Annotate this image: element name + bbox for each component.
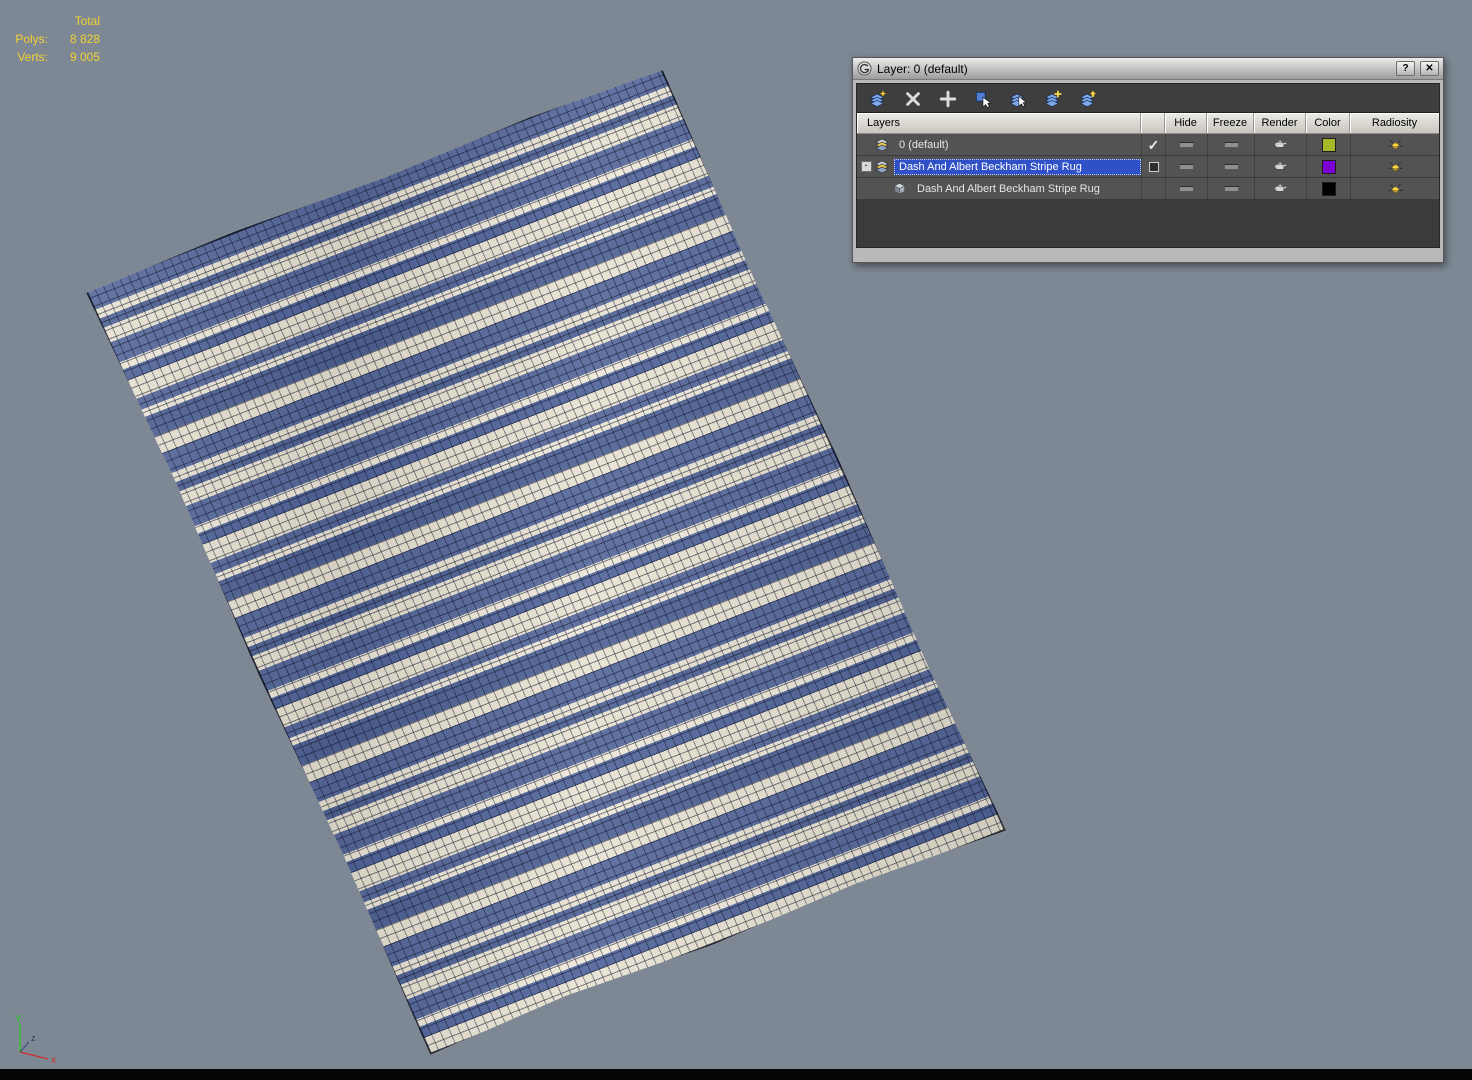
layer-stack-icon	[875, 159, 890, 174]
layer-row-rug[interactable]: - Dash And Albert Beckham Stripe Rug	[857, 156, 1439, 178]
hide-toggle-icon[interactable]	[1179, 163, 1194, 170]
radiosity-lamp-icon	[1388, 139, 1402, 149]
object-row-rug[interactable]: Dash And Albert Beckham Stripe Rug	[857, 178, 1439, 200]
create-new-layer-icon[interactable]	[867, 88, 889, 110]
column-header-render: Render	[1254, 113, 1306, 133]
layer-name-cell: 0 (default)	[857, 134, 1141, 155]
z-axis-line	[19, 1041, 30, 1053]
select-highlighted-objects-icon[interactable]	[972, 88, 994, 110]
hide-toggle-icon[interactable]	[1179, 141, 1194, 148]
close-button[interactable]: ✕	[1420, 61, 1439, 76]
stats-verts-label: Verts:	[17, 50, 48, 64]
object-cube-icon	[893, 181, 908, 196]
layer-manager-app-icon	[857, 61, 872, 76]
freeze-toggle-icon[interactable]	[1223, 141, 1239, 148]
column-header-current	[1141, 113, 1165, 133]
stats-polys-value: 8 828	[69, 32, 100, 46]
layer-color-swatch[interactable]	[1321, 159, 1336, 174]
object-name[interactable]: Dash And Albert Beckham Stripe Rug	[912, 181, 1141, 197]
collapse-layer-icon[interactable]	[1077, 88, 1099, 110]
layer-stack-icon	[875, 137, 890, 152]
dialog-body: Layers Hide Freeze Render Color Radiosit…	[856, 83, 1440, 248]
current-layer-cell[interactable]	[1141, 156, 1165, 177]
column-header-freeze: Freeze	[1207, 113, 1254, 133]
layer-rows: 0 (default) ✓ - Dash And Albert Beckham …	[857, 134, 1439, 247]
color-cell[interactable]	[1306, 134, 1350, 155]
radiosity-lamp-icon	[1388, 183, 1402, 193]
radiosity-cell[interactable]	[1350, 178, 1439, 199]
column-header-radiosity: Radiosity	[1350, 113, 1439, 133]
render-cell[interactable]	[1254, 156, 1306, 177]
color-cell[interactable]	[1306, 178, 1350, 199]
current-layer-check: ✓	[1147, 136, 1160, 153]
stats-polys-label: Polys:	[15, 32, 48, 46]
layers-grid: Layers Hide Freeze Render Color Radiosit…	[857, 112, 1439, 247]
teapot-render-icon	[1274, 162, 1287, 170]
layer-name-selected[interactable]: Dash And Albert Beckham Stripe Rug	[894, 158, 1141, 175]
stats-verts-value: 9 005	[69, 50, 100, 64]
freeze-cell[interactable]	[1207, 134, 1254, 155]
hide-cell[interactable]	[1165, 178, 1207, 199]
stats-spacer	[8, 12, 48, 30]
dialog-titlebar[interactable]: Layer: 0 (default) ? ✕	[853, 58, 1443, 80]
highlight-selected-objects-layer-icon[interactable]	[1007, 88, 1029, 110]
stats-verts-row: Verts: 9 005	[8, 48, 100, 66]
z-axis-label: z	[31, 1033, 36, 1043]
teapot-render-icon	[1274, 140, 1287, 148]
object-name-cell: Dash And Albert Beckham Stripe Rug	[857, 178, 1141, 199]
layer-manager-dialog: Layer: 0 (default) ? ✕ Layers Hide Freez…	[852, 57, 1444, 263]
stats-total-header: Total	[74, 14, 100, 28]
layer-name[interactable]: 0 (default)	[894, 137, 1141, 153]
axis-tripod: Y x z	[15, 1014, 56, 1066]
add-selection-to-layer-icon[interactable]	[937, 88, 959, 110]
scene-stats: Total Polys: 8 828 Verts: 9 005	[8, 12, 100, 66]
column-header-hide: Hide	[1165, 113, 1207, 133]
y-axis-label: Y	[15, 1014, 22, 1025]
radiosity-cell[interactable]	[1350, 156, 1439, 177]
stats-header-row: Total	[8, 12, 100, 30]
delete-empty-layer-icon[interactable]	[902, 88, 924, 110]
stats-polys-row: Polys: 8 828	[8, 30, 100, 48]
render-cell[interactable]	[1254, 134, 1306, 155]
hide-cell[interactable]	[1165, 134, 1207, 155]
teapot-render-icon	[1274, 184, 1287, 192]
x-axis-line	[19, 1051, 49, 1060]
hide-toggle-icon[interactable]	[1179, 185, 1194, 192]
hide-cell[interactable]	[1165, 156, 1207, 177]
freeze-toggle-icon[interactable]	[1223, 185, 1239, 192]
layer-name-cell: - Dash And Albert Beckham Stripe Rug	[857, 156, 1141, 177]
add-to-highlighted-layer-icon[interactable]	[1042, 88, 1064, 110]
freeze-cell[interactable]	[1207, 178, 1254, 199]
render-cell[interactable]	[1254, 178, 1306, 199]
bottom-bar	[0, 1069, 1472, 1080]
set-current-layer-box[interactable]	[1148, 161, 1159, 172]
current-layer-cell[interactable]: ✓	[1141, 134, 1165, 155]
freeze-toggle-icon[interactable]	[1223, 163, 1239, 170]
radiosity-cell[interactable]	[1350, 134, 1439, 155]
radiosity-lamp-icon	[1388, 161, 1402, 171]
column-header-color: Color	[1306, 113, 1350, 133]
column-header-layers: Layers	[857, 113, 1141, 133]
dialog-title: Layer: 0 (default)	[877, 61, 968, 76]
layer-row-default[interactable]: 0 (default) ✓	[857, 134, 1439, 156]
color-cell[interactable]	[1306, 156, 1350, 177]
freeze-cell[interactable]	[1207, 156, 1254, 177]
expander-gutter: -	[857, 161, 875, 172]
grid-header: Layers Hide Freeze Render Color Radiosit…	[857, 113, 1439, 134]
collapse-expander-icon[interactable]: -	[860, 161, 872, 172]
help-button[interactable]: ?	[1396, 61, 1415, 76]
object-color-swatch[interactable]	[1321, 181, 1336, 196]
x-axis-label: x	[51, 1055, 56, 1066]
layer-color-swatch[interactable]	[1321, 137, 1336, 152]
current-layer-cell	[1141, 178, 1165, 199]
layer-toolbar	[857, 84, 1439, 112]
